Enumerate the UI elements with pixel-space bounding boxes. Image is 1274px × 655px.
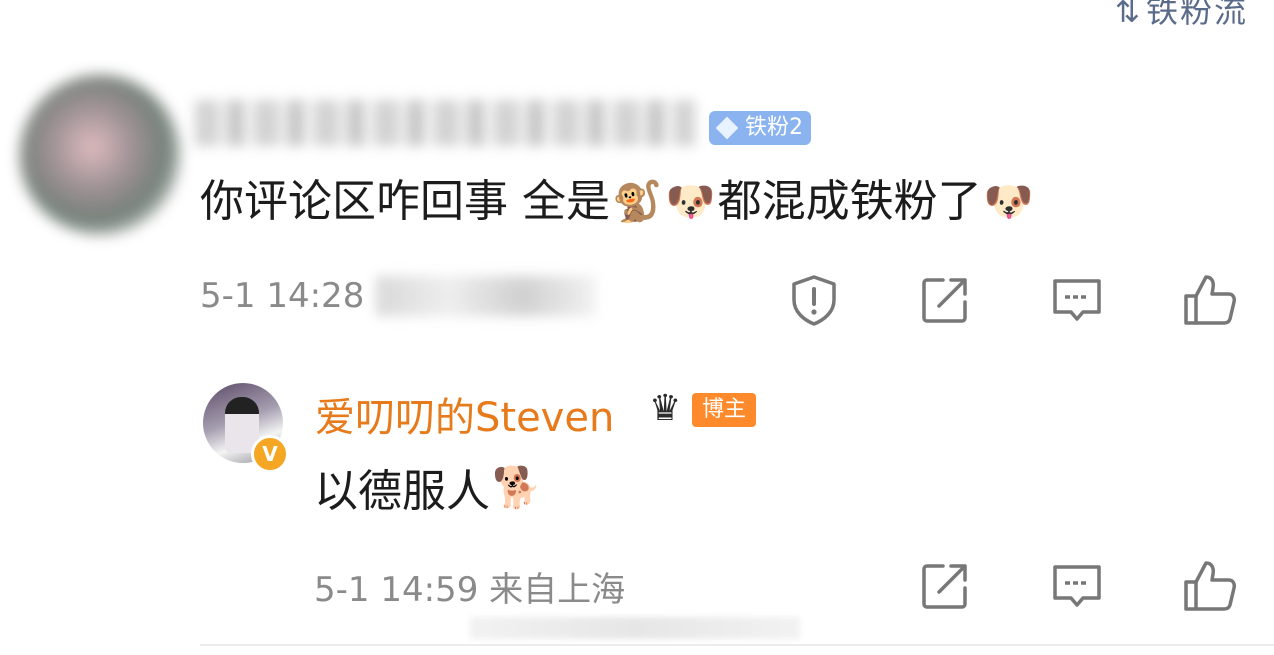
watermark-blurred: [470, 617, 800, 639]
like-button[interactable]: [1182, 558, 1238, 614]
husky-emoji-icon: 🐶: [983, 179, 1034, 225]
sort-icon: ⇅: [1114, 0, 1142, 30]
divider: [200, 644, 1274, 646]
crown-icon: ♛: [649, 388, 682, 429]
avatar-blurred[interactable]: [20, 75, 180, 235]
diamond-icon: [715, 116, 739, 140]
username-blurred[interactable]: [195, 100, 695, 146]
verified-badge-icon: V: [251, 435, 289, 473]
comment-timestamp: 5-1 14:28: [200, 276, 365, 316]
sort-control[interactable]: ⇅ 铁粉流: [1115, 0, 1248, 32]
comment-icon: [1053, 565, 1101, 607]
comment-button[interactable]: [1049, 558, 1105, 614]
like-button[interactable]: [1182, 272, 1238, 328]
husky-emoji-icon: 🐶: [665, 179, 716, 225]
monkey-emoji-icon: 🐒: [612, 179, 662, 225]
comment-icon: [1053, 279, 1101, 321]
comment-meta: 5-1 14:28: [200, 276, 597, 316]
doge-emoji-icon: 🐕: [492, 464, 542, 511]
share-button[interactable]: [917, 558, 973, 614]
like-icon: [1184, 275, 1236, 325]
report-button[interactable]: [786, 272, 842, 328]
reply-username[interactable]: 爱叨叨的Steven: [315, 385, 614, 443]
share-icon: [922, 278, 967, 323]
share-button[interactable]: [917, 272, 973, 328]
host-badge: 博主: [692, 393, 757, 427]
sort-label: 铁粉流: [1145, 0, 1248, 30]
like-icon: [1184, 561, 1236, 611]
location-blurred: [376, 276, 597, 316]
comment-text: 你评论区咋回事 全是 🐒 🐶 都混成铁粉了 🐶: [200, 172, 1035, 232]
fan-badge-label: 铁粉2: [745, 115, 803, 140]
report-icon: [792, 275, 836, 326]
fan-level-badge: 铁粉2: [709, 111, 811, 145]
reply-text: 以德服人 🐕: [314, 464, 542, 518]
share-icon: [922, 564, 967, 609]
comment-button[interactable]: [1049, 272, 1105, 328]
reply-meta: 5-1 14:59 来自上海: [314, 570, 626, 610]
